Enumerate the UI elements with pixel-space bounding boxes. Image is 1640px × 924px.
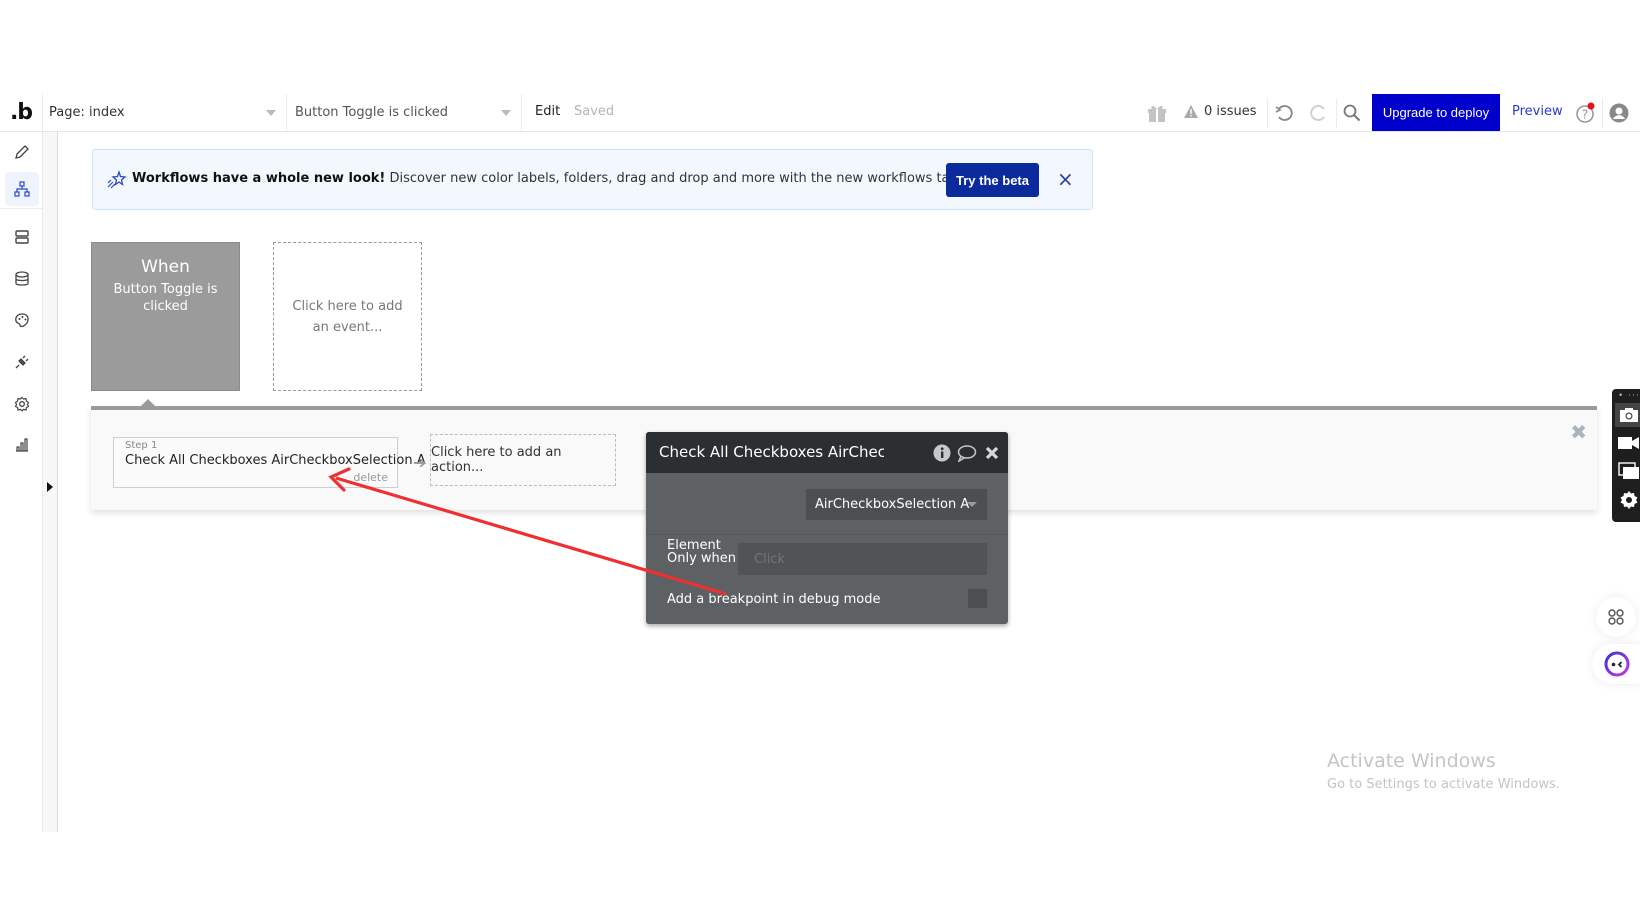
page-dropdown[interactable]: Page: index — [43, 94, 287, 131]
bubble-editor: .b Page: index Button Toggle is clicked … — [0, 94, 1640, 832]
sidebar-item-styles[interactable] — [5, 303, 39, 337]
sidebar-item-logs[interactable] — [5, 428, 39, 462]
plug-icon — [15, 355, 29, 369]
divider — [1602, 98, 1603, 128]
property-editor-header[interactable]: Check All Checkboxes AirCheckt — [646, 432, 1008, 473]
sidebar-item-design[interactable] — [5, 135, 39, 169]
divider — [0, 208, 43, 209]
banner-headline: Workflows have a whole new look! — [132, 171, 386, 186]
sparkle-star-icon — [107, 170, 127, 189]
bar-chart-icon — [16, 438, 28, 452]
breakpoint-checkbox[interactable] — [968, 589, 987, 608]
action-step-card[interactable]: Step 1 Check All Checkboxes AirCheckboxS… — [113, 437, 426, 488]
close-icon[interactable]: × — [1057, 168, 1074, 190]
watermark-subtitle: Go to Settings to activate Windows. — [1327, 777, 1560, 792]
gift-icon[interactable] — [1146, 102, 1168, 124]
delete-step-link[interactable]: delete — [353, 471, 388, 484]
undo-icon[interactable] — [1273, 102, 1295, 124]
try-the-beta-button[interactable]: Try the beta — [946, 163, 1039, 197]
camera-icon[interactable] — [1615, 403, 1640, 427]
step-title: Check All Checkboxes AirCheckboxSelectio… — [125, 453, 426, 468]
banner-message: Workflows have a whole new look! Discove… — [132, 171, 1009, 186]
event-dropdown-value: Button Toggle is clicked — [295, 105, 448, 120]
banner-body: Discover new color labels, folders, drag… — [385, 171, 1010, 186]
svg-text:?: ? — [1582, 108, 1588, 122]
add-action-placeholder[interactable]: Click here to add an action... — [430, 434, 616, 486]
only-when-input[interactable] — [738, 543, 987, 575]
sidebar-item-data[interactable] — [5, 220, 39, 254]
top-bar: .b Page: index Button Toggle is clicked … — [0, 94, 1640, 132]
gear-icon — [14, 396, 30, 412]
only-when-label: Only when — [667, 551, 737, 566]
command-icon — [1608, 609, 1624, 625]
help-icon[interactable]: ? — [1574, 102, 1596, 124]
page-dropdown-value: Page: index — [49, 105, 125, 120]
event-name: Button Toggle is clicked — [113, 282, 218, 314]
save-status: Saved — [574, 104, 615, 119]
command-shortcut-button[interactable] — [1596, 597, 1636, 637]
collapsed-panel-strip — [43, 132, 58, 832]
event-dropdown[interactable]: Button Toggle is clicked — [287, 94, 522, 131]
warning-icon — [1184, 105, 1198, 118]
chevron-down-icon — [266, 110, 276, 116]
issues-count: 0 issues — [1204, 104, 1257, 119]
bot-face-icon — [1604, 651, 1630, 677]
info-icon[interactable] — [932, 443, 952, 463]
expand-arrow-icon[interactable] — [47, 482, 53, 492]
action-property-editor: Check All Checkboxes AirCheckt Element A… — [646, 432, 1008, 624]
issues-indicator[interactable]: 0 issues — [1184, 104, 1257, 119]
assistant-bot-button[interactable] — [1592, 644, 1640, 684]
database-icon — [15, 271, 29, 286]
property-editor-title: Check All Checkboxes AirCheckt — [659, 443, 884, 461]
edit-menu[interactable]: Edit — [535, 104, 560, 119]
redo-icon[interactable] — [1308, 102, 1330, 124]
close-icon[interactable]: ✖ — [1570, 420, 1587, 444]
windows-activation-watermark: Activate Windows Go to Settings to activ… — [1327, 750, 1560, 792]
divider — [1336, 98, 1337, 128]
divider — [1267, 98, 1268, 128]
recorder-toolbar: • ··· — [1612, 389, 1640, 522]
upgrade-to-deploy-button[interactable]: Upgrade to deploy — [1372, 94, 1500, 131]
close-icon[interactable] — [982, 443, 1002, 463]
breakpoint-label: Add a breakpoint in debug mode — [667, 592, 881, 607]
comment-icon[interactable] — [957, 443, 977, 463]
search-icon[interactable] — [1341, 102, 1363, 124]
workflow-icon — [14, 181, 30, 197]
selected-event-pointer — [141, 399, 155, 406]
step-number: Step 1 — [125, 440, 158, 451]
pencil-icon — [15, 145, 29, 159]
bubble-logo[interactable]: .b — [0, 94, 43, 131]
data-icon — [15, 230, 29, 244]
palette-icon — [15, 313, 29, 328]
left-sidebar — [0, 132, 43, 832]
chevron-down-icon — [967, 502, 977, 507]
sidebar-item-plugins[interactable] — [5, 345, 39, 379]
preview-link[interactable]: Preview — [1512, 104, 1563, 119]
more-options-icon[interactable]: • ··· — [1618, 391, 1640, 401]
settings-gear-icon[interactable] — [1615, 488, 1640, 512]
event-card-selected[interactable]: When Button Toggle is clicked — [91, 242, 240, 391]
element-dropdown-value: AirCheckboxSelection A — [815, 497, 970, 512]
element-dropdown[interactable]: AirCheckboxSelection A — [806, 489, 987, 520]
event-when-label: When — [141, 257, 190, 277]
sidebar-item-settings[interactable] — [5, 387, 39, 421]
add-event-placeholder[interactable]: Click here to add an event... — [273, 242, 422, 391]
chevron-down-icon — [501, 110, 511, 116]
sidebar-item-database[interactable] — [5, 262, 39, 296]
user-avatar-icon[interactable] — [1608, 102, 1630, 124]
watermark-title: Activate Windows — [1327, 750, 1496, 772]
window-capture-icon[interactable] — [1615, 459, 1640, 483]
sidebar-item-workflow[interactable] — [5, 172, 39, 206]
arrow-right-icon: ➔ — [413, 453, 427, 472]
divider — [646, 534, 1008, 535]
video-camera-icon[interactable] — [1615, 431, 1640, 455]
new-workflows-banner: Workflows have a whole new look! Discove… — [92, 149, 1093, 210]
